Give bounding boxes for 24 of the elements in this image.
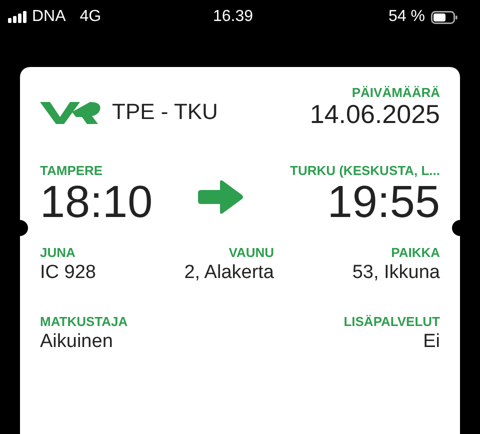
- route-title: TPE - TKU: [112, 98, 218, 125]
- field-label: PAIKKA: [391, 244, 440, 260]
- clock: 16.39: [212, 8, 254, 26]
- field-value: 53, Ikkuna: [352, 262, 440, 284]
- battery-percent: 54 %: [388, 8, 425, 26]
- travel-date: 14.06.2025: [310, 100, 440, 129]
- battery-icon: [430, 10, 458, 24]
- field-label: JUNA: [40, 244, 76, 260]
- field-value: Ei: [423, 330, 440, 353]
- arrival-time: 19:55: [327, 178, 440, 225]
- arrow-icon: [198, 178, 244, 215]
- departure-time: 18:10: [40, 178, 153, 225]
- field-value: IC 928: [40, 262, 96, 284]
- field-value: Aikuinen: [40, 330, 113, 353]
- departure-station: TAMPERE: [40, 162, 104, 178]
- network-type: 4G: [80, 8, 102, 26]
- arrival-station: TURKU (KESKUSTA, L...: [290, 162, 440, 178]
- field-label: MATKUSTAJA: [40, 314, 128, 329]
- field-label: VAUNU: [228, 244, 274, 260]
- carrier-name: DNA: [32, 8, 66, 26]
- date-label: PÄIVÄMÄÄRÄ: [352, 85, 440, 100]
- field-value: 2, Alakerta: [184, 262, 274, 284]
- signal-icon: [8, 11, 28, 23]
- field-label: LISÄPALVELUT: [344, 314, 440, 329]
